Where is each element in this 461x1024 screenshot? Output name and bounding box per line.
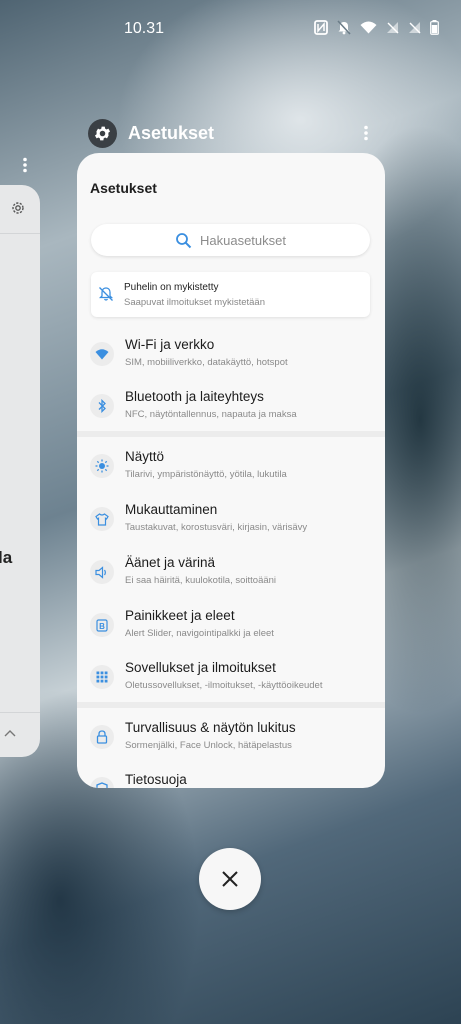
settings-item-title: Turvallisuus & näytön lukitus bbox=[125, 720, 296, 735]
brightness-icon bbox=[90, 454, 114, 478]
section-divider bbox=[77, 431, 385, 437]
more-vert-icon[interactable] bbox=[22, 157, 28, 173]
notifications-muted-icon bbox=[337, 20, 351, 35]
battery-icon bbox=[430, 20, 439, 35]
notice-title: Puhelin on mykistetty bbox=[124, 282, 219, 293]
more-vert-icon[interactable] bbox=[362, 125, 370, 141]
page-title: Asetukset bbox=[90, 180, 157, 196]
volume-icon bbox=[90, 560, 114, 584]
apps-grid-icon bbox=[90, 665, 114, 689]
settings-item-subtitle: Ei saa häiritä, kuulokotila, soittoääni bbox=[125, 575, 277, 586]
settings-item-title: Tietosuoja bbox=[125, 772, 187, 787]
settings-item-bluetooth[interactable]: Bluetooth ja laiteyhteys NFC, näytöntall… bbox=[77, 382, 385, 434]
signal-off-icon bbox=[387, 22, 399, 34]
chevron-up-icon bbox=[4, 730, 16, 737]
settings-item-buttons[interactable]: B Painikkeet ja eleet Alert Slider, navi… bbox=[77, 601, 385, 653]
divider bbox=[0, 712, 40, 713]
settings-item-customization[interactable]: Mukauttaminen Taustakuvat, korostusväri,… bbox=[77, 495, 385, 547]
settings-item-subtitle: Sormenjälki, Face Unlock, hätäpelastus bbox=[125, 740, 292, 751]
settings-item-privacy[interactable]: Tietosuoja bbox=[77, 765, 385, 788]
settings-item-wifi[interactable]: Wi-Fi ja verkko SIM, mobiiliverkko, data… bbox=[77, 330, 385, 382]
settings-item-title: Äänet ja värinä bbox=[125, 555, 216, 570]
settings-item-subtitle: SIM, mobiiliverkko, datakäyttö, hotspot bbox=[125, 357, 288, 368]
mute-notice[interactable]: Puhelin on mykistetty Saapuvat ilmoituks… bbox=[91, 272, 370, 317]
close-icon bbox=[222, 871, 238, 887]
wifi-icon bbox=[90, 342, 114, 366]
buttons-icon: B bbox=[90, 613, 114, 637]
svg-text:B: B bbox=[99, 622, 105, 631]
gear-icon bbox=[12, 202, 24, 214]
section-divider bbox=[77, 702, 385, 708]
search-placeholder: Hakuasetukset bbox=[200, 232, 286, 248]
settings-item-title: Sovellukset ja ilmoitukset bbox=[125, 660, 276, 675]
wifi-icon bbox=[360, 21, 377, 34]
status-time: 10.31 bbox=[124, 20, 165, 37]
settings-item-sound[interactable]: Äänet ja värinä Ei saa häiritä, kuulokot… bbox=[77, 548, 385, 600]
background-app-card[interactable]: la bbox=[0, 185, 40, 757]
nfc-icon bbox=[314, 20, 328, 35]
settings-item-security[interactable]: Turvallisuus & näytön lukitus Sormenjälk… bbox=[77, 713, 385, 765]
gear-icon bbox=[88, 119, 117, 148]
settings-item-title: Näyttö bbox=[125, 449, 165, 464]
tshirt-icon bbox=[90, 507, 114, 531]
signal-off-icon bbox=[409, 22, 421, 34]
lock-icon bbox=[90, 725, 114, 749]
divider bbox=[0, 233, 40, 234]
notice-subtitle: Saapuvat ilmoitukset mykistetään bbox=[124, 297, 265, 308]
settings-item-subtitle: Alert Slider, navigointipalkki ja eleet bbox=[125, 628, 274, 639]
settings-item-subtitle: Taustakuvat, korostusväri, kirjasin, vär… bbox=[125, 522, 308, 533]
settings-item-apps[interactable]: Sovellukset ja ilmoitukset Oletussovellu… bbox=[77, 653, 385, 705]
background-app-text: la bbox=[0, 548, 13, 567]
privacy-icon bbox=[90, 777, 114, 788]
settings-item-title: Painikkeet ja eleet bbox=[125, 608, 235, 623]
settings-item-subtitle: Tilarivi, ympäristönäyttö, yötila, lukut… bbox=[125, 469, 287, 480]
search-icon bbox=[176, 232, 192, 248]
settings-item-title: Mukauttaminen bbox=[125, 502, 218, 517]
status-bar: 10.31 bbox=[0, 0, 461, 60]
app-name: Asetukset bbox=[128, 123, 215, 143]
settings-item-title: Wi-Fi ja verkko bbox=[125, 337, 215, 352]
settings-item-subtitle: NFC, näytöntallennus, napauta ja maksa bbox=[125, 409, 297, 420]
search-bar[interactable]: Hakuasetukset bbox=[91, 224, 370, 256]
bluetooth-icon bbox=[90, 394, 114, 418]
settings-app-card[interactable]: Asetukset Hakuasetukset Puhelin on mykis… bbox=[77, 153, 385, 788]
close-all-button[interactable] bbox=[199, 848, 261, 910]
settings-item-subtitle: Oletussovellukset, -ilmoitukset, -käyttö… bbox=[125, 680, 323, 691]
status-icons bbox=[314, 20, 439, 35]
settings-item-display[interactable]: Näyttö Tilarivi, ympäristönäyttö, yötila… bbox=[77, 442, 385, 494]
settings-item-title: Bluetooth ja laiteyhteys bbox=[125, 389, 264, 404]
app-header: Asetukset bbox=[88, 119, 214, 148]
notifications-off-icon bbox=[98, 287, 114, 301]
